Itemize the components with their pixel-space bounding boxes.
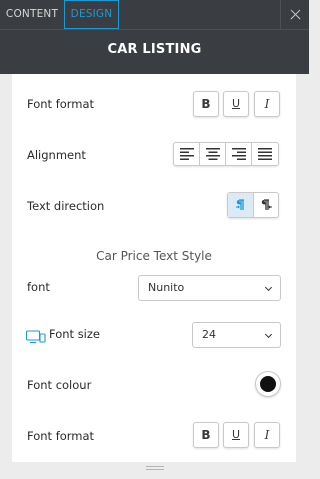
chevron-down-icon (264, 283, 273, 292)
alignment-button-group (173, 142, 279, 166)
underline-button-2[interactable]: U (223, 422, 249, 448)
align-left-button[interactable] (174, 143, 200, 165)
font-size-label: Font size (49, 327, 100, 341)
top-tab-bar: CONTENT DESIGN (0, 0, 309, 29)
desktop-mobile-icon (26, 330, 46, 344)
underline-button[interactable]: U (223, 91, 249, 117)
resize-handle[interactable] (0, 462, 309, 479)
align-center-button[interactable] (200, 143, 226, 165)
tab-content[interactable]: CONTENT (0, 0, 64, 29)
design-panel: Font format B U I Alignment Text directi… (12, 74, 296, 462)
font-colour-label: Font colour (27, 378, 92, 392)
bold-button-2[interactable]: B (193, 422, 219, 448)
panel-title: CAR LISTING (107, 42, 202, 57)
font-format-label: Font format (27, 97, 95, 111)
font-format-label-2: Font format (27, 429, 95, 443)
bold-button[interactable]: B (193, 91, 219, 117)
align-right-icon (232, 148, 246, 160)
ltr-direction-button[interactable] (228, 193, 254, 217)
align-left-icon (180, 148, 194, 160)
text-direction-label: Text direction (27, 199, 105, 213)
font-select[interactable]: Nunito (138, 275, 281, 301)
alignment-label: Alignment (27, 148, 86, 162)
rtl-direction-button[interactable] (254, 193, 280, 217)
italic-button-2[interactable]: I (254, 422, 280, 448)
font-size-select[interactable]: 24 (192, 322, 281, 348)
font-size-select-value: 24 (202, 328, 216, 341)
panel-header: CAR LISTING (0, 29, 309, 74)
font-colour-picker[interactable] (255, 371, 281, 397)
ltr-direction-icon (236, 199, 244, 210)
section-title: Car Price Text Style (96, 249, 212, 263)
italic-button[interactable]: I (254, 91, 280, 117)
align-center-icon (206, 148, 220, 160)
align-right-button[interactable] (226, 143, 252, 165)
drag-handle-icon (146, 466, 164, 470)
tab-design[interactable]: DESIGN (64, 0, 119, 29)
rtl-direction-icon (261, 199, 272, 210)
font-label: font (27, 280, 50, 294)
color-swatch-fill (260, 376, 276, 392)
close-icon[interactable] (280, 0, 309, 29)
chevron-down-icon (264, 330, 273, 339)
align-justify-icon (258, 148, 272, 160)
text-direction-button-group (227, 192, 279, 218)
align-justify-button[interactable] (252, 143, 278, 165)
font-select-value: Nunito (148, 281, 185, 294)
